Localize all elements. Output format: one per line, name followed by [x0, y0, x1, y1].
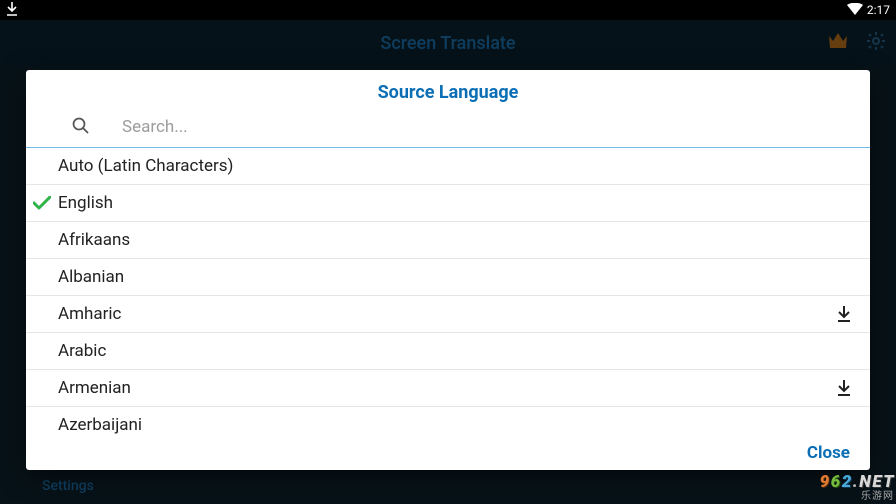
language-item[interactable]: Armenian — [26, 370, 870, 407]
close-button[interactable]: Close — [807, 443, 850, 463]
search-icon — [72, 117, 90, 139]
status-left — [6, 2, 18, 19]
crown-icon[interactable] — [828, 33, 848, 54]
language-label: English — [58, 193, 852, 213]
language-label: Auto (Latin Characters) — [58, 156, 852, 176]
search-row — [26, 113, 870, 143]
status-right: 2:17 — [847, 3, 890, 18]
language-item[interactable]: Albanian — [26, 259, 870, 296]
language-label: Amharic — [58, 304, 836, 324]
language-item[interactable]: Amharic — [26, 296, 870, 333]
language-item[interactable]: English — [26, 185, 870, 222]
dialog-footer: Close — [26, 436, 870, 470]
app-actions — [828, 31, 886, 56]
language-item[interactable]: Auto (Latin Characters) — [26, 148, 870, 185]
language-item[interactable]: Azerbaijani — [26, 407, 870, 436]
settings-icon[interactable] — [866, 31, 886, 56]
download-icon[interactable] — [836, 305, 852, 323]
status-time: 2:17 — [867, 3, 890, 17]
wifi-icon — [847, 3, 863, 18]
download-icon — [6, 2, 18, 19]
settings-heading: Settings — [42, 478, 94, 494]
language-label: Albanian — [58, 267, 852, 287]
language-list[interactable]: Auto (Latin Characters) English Afrikaans A… — [26, 148, 870, 436]
language-item[interactable]: Arabic — [26, 333, 870, 370]
language-label: Arabic — [58, 341, 852, 361]
language-label: Armenian — [58, 378, 836, 398]
status-bar: 2:17 — [0, 0, 896, 20]
source-language-dialog: Source Language Auto (Latin Characters) E… — [26, 70, 870, 470]
language-label: Azerbaijani — [58, 415, 852, 435]
app-header: Screen Translate — [0, 20, 896, 66]
check-icon — [26, 196, 58, 210]
language-label: Afrikaans — [58, 230, 852, 250]
download-icon[interactable] — [836, 379, 852, 397]
language-item[interactable]: Afrikaans — [26, 222, 870, 259]
app-title: Screen Translate — [380, 33, 515, 54]
search-input[interactable] — [72, 117, 852, 137]
dialog-title: Source Language — [26, 70, 870, 113]
